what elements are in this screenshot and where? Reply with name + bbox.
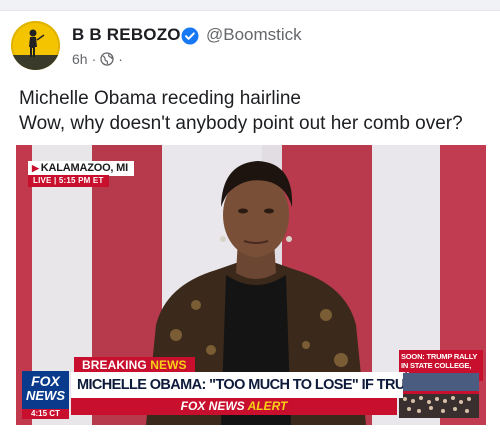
author-handle[interactable]: @Boomstick [206,25,302,45]
logo-time: 4:15 CT [22,409,69,419]
post-meta: 6h · · [72,51,127,67]
avatar[interactable] [11,21,60,70]
location-text: KALAMAZOO, MI [40,162,128,174]
breaking-news-label: NEWS [150,358,187,372]
live-badge: LIVE | 5:15 PM ET [28,175,109,187]
breaking-news-tag: BREAKING NEWS [74,357,195,373]
video-frame[interactable]: ▶ KALAMAZOO, MI LIVE | 5:15 PM ET SOON: T… [16,145,486,425]
top-divider [0,0,500,11]
post-text: Michelle Obama receding hairline Wow, wh… [19,86,463,136]
verified-badge-icon [181,27,199,45]
globe-icon [100,52,114,66]
news-headline: MICHELLE OBAMA: "TOO MUCH TO LOSE" IF TR… [71,372,403,398]
post-text-line: Wow, why doesn't anybody point out her c… [19,113,463,134]
crowd-image [399,373,479,418]
avatar-silhouette-icon [11,29,60,70]
meta-separator: · [91,51,97,67]
breaking-label: BREAKING [82,358,147,372]
logo-line-fox: FOX [31,373,60,389]
logo-line-news: NEWS [26,388,65,403]
meta-separator: · [118,51,123,67]
post-text-line: Michelle Obama receding hairline [19,88,301,109]
fox-news-logo: FOX NEWS 4:15 CT [22,371,69,419]
news-alert-bar: FOX NEWS ALERT [71,398,397,415]
post-time[interactable]: 6h [72,51,88,67]
alert-brand: FOX NEWS [180,399,245,413]
alert-word: ALERT [247,399,288,413]
triangle-icon: ▶ [32,163,39,173]
location-label: ▶ KALAMAZOO, MI [28,161,134,176]
author-name[interactable]: B B REBOZO [72,25,181,45]
rally-thumbnail [399,373,479,418]
